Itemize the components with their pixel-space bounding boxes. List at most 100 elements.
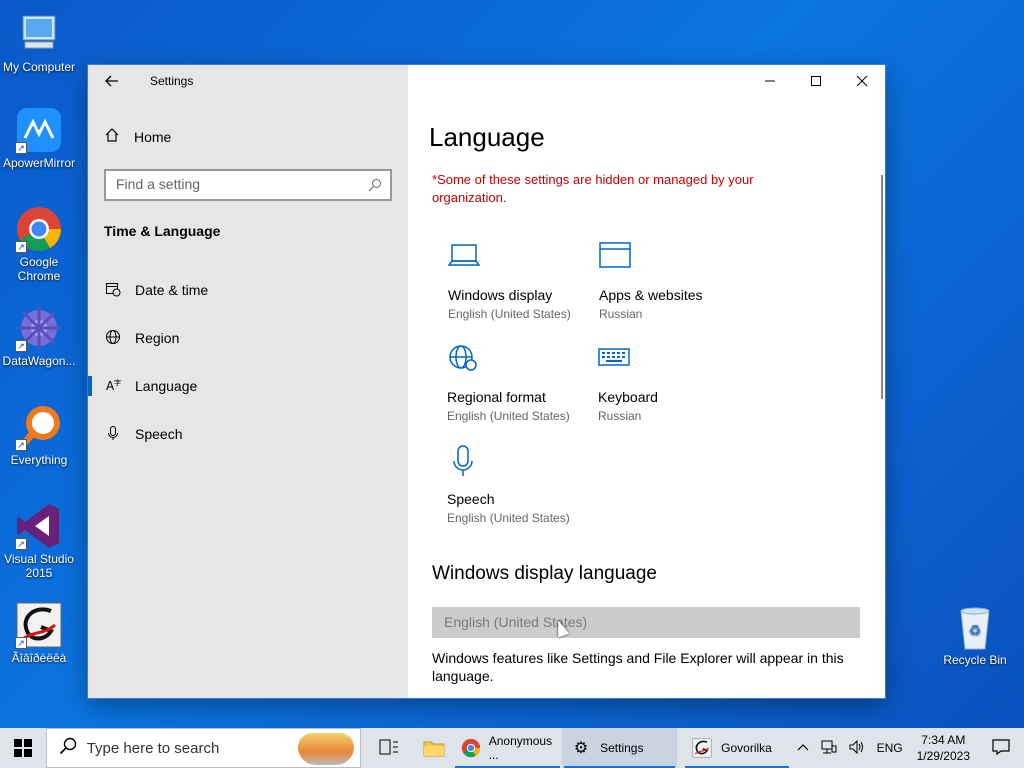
input-language-indicator[interactable]: ENG [871,741,909,755]
taskbar-app-chrome[interactable]: Anonymous ... [453,728,562,768]
tile-regional-format[interactable]: Regional format English (United States) [447,343,597,423]
file-explorer-button[interactable] [415,728,453,768]
start-button[interactable] [0,728,46,768]
tile-keyboard[interactable]: Keyboard Russian [598,343,748,423]
close-button[interactable] [839,65,885,97]
clock-date: 1/29/2023 [916,749,970,763]
desktop-icon-recycle-bin[interactable]: ♻ Recycle Bin [936,603,1014,667]
scrollbar[interactable] [881,175,883,399]
sidebar: Settings Home Find a setting Time & Lang… [88,65,408,698]
desktop-icon-my-computer[interactable]: My Computer [0,10,78,74]
tile-sub: English (United States) [448,307,571,321]
taskbar-app-label: Anonymous ... [488,734,553,762]
sidebar-item-region[interactable]: Region [88,318,408,358]
microphone-icon [447,445,597,483]
tile-sub: Russian [599,307,643,321]
search-placeholder: Find a setting [116,176,201,192]
display-language-select[interactable]: English (United States) [432,607,860,638]
globe-settings-icon [447,343,597,381]
shortcut-arrow-icon: ↗ [15,637,27,649]
section-title: Time & Language [104,223,221,239]
close-icon [856,75,868,87]
taskbar-app-settings[interactable]: ⚙ Settings [562,728,678,768]
display-language-description: Windows features like Settings and File … [432,650,844,684]
sidebar-item-language[interactable]: A字 Language [88,366,408,406]
folder-icon [423,741,445,757]
taskbar-app-govorilka[interactable]: Govorilka [683,728,790,768]
windows-logo-icon [13,739,32,757]
managed-notice: *Some of these settings are hidden or ma… [432,172,754,205]
window-controls [747,65,885,97]
network-icon[interactable] [815,740,843,757]
taskbar-search-input[interactable]: Type here to search [45,728,361,768]
minimize-button[interactable] [747,65,793,97]
desktop-icon-label: Recycle Bin [943,653,1007,667]
language-icon: A字 [105,377,121,396]
nav-home[interactable]: Home [104,127,171,147]
recycle-bin-icon: ♻ [951,603,999,651]
maximize-button[interactable] [793,65,839,97]
shortcut-arrow-icon: ↗ [15,241,27,253]
tile-label: Windows display [448,287,553,303]
maximize-icon [811,76,821,86]
clock-time: 7:34 AM [921,733,966,747]
tile-apps-websites[interactable]: Apps & websites Russian [599,241,749,321]
desktop-icon-label: Ãîâîðèëêà [11,651,67,665]
desktop-icon-google-chrome[interactable]: ↗ Google Chrome [0,205,78,283]
desktop-icon-datawagon[interactable]: ↗ DataWagon... [0,304,78,368]
govorilka-icon: ↗ [15,601,63,649]
taskbar: Type here to search Anonymous ... ⚙ Sett… [0,728,1024,768]
sidebar-item-speech[interactable]: Speech [88,414,408,454]
tile-sub: Russian [598,409,642,423]
desktop-icon-label: My Computer [2,60,76,74]
title-bar[interactable]: Settings [88,65,408,97]
content-pane: Language *Some of these settings are hid… [408,65,885,698]
volume-icon[interactable] [843,739,871,757]
tile-label: Keyboard [598,389,658,405]
nav-home-label: Home [134,129,172,145]
taskbar-search-placeholder: Type here to search [86,739,220,757]
desktop-icon-label: Visual Studio 2015 [4,552,74,580]
svg-text:♻: ♻ [969,623,982,639]
laptop-icon [447,241,598,279]
minimize-icon [765,80,775,82]
task-view-button[interactable] [371,728,407,768]
govorilka-icon [691,737,713,759]
microphone-icon [105,425,121,444]
tile-windows-display[interactable]: Windows display English (United States) [447,241,598,321]
shortcut-arrow-icon: ↗ [15,439,27,451]
keyboard-icon [598,343,748,381]
desktop-icon-everything[interactable]: ↗ Everything [0,403,78,467]
sidebar-item-date-time[interactable]: Date & time [88,270,408,310]
home-icon [104,127,120,147]
sidebar-item-label: Date & time [135,282,209,298]
magnifier-icon: ↗ [15,403,63,451]
calendar-clock-icon [105,281,121,300]
shortcut-arrow-icon: ↗ [15,142,27,154]
apowermirror-icon: ↗ [15,106,63,154]
browser-window-icon [599,241,749,279]
search-icon [59,737,77,760]
desktop-icon-govorilka[interactable]: ↗ Ãîâîðèëêà [0,601,78,665]
search-icon [368,178,382,195]
sidebar-item-label: Speech [135,426,183,442]
desktop-icon-label: Everything [10,453,68,467]
tile-sub: English (United States) [447,409,570,423]
visual-studio-icon: ↗ [15,502,63,550]
datawagon-icon: ↗ [15,304,63,352]
chrome-icon: ↗ [15,205,63,253]
globe-icon [105,329,121,348]
back-button[interactable] [102,71,122,91]
tile-speech[interactable]: Speech English (United States) [447,445,597,525]
clock[interactable]: 7:34 AM 1/29/2023 [909,732,978,764]
shortcut-arrow-icon: ↗ [15,538,27,550]
chevron-up-icon[interactable] [791,741,815,755]
desktop-icon-visual-studio[interactable]: ↗ Visual Studio 2015 [0,502,78,580]
desktop-icon-label: ApowerMirror [2,156,75,170]
settings-window: Settings Home Find a setting Time & Lang… [88,65,885,698]
desktop-icon-apowermirror[interactable]: ↗ ApowerMirror [0,106,78,170]
sidebar-item-label: Region [135,330,180,346]
tile-label: Regional format [447,389,546,405]
notifications-icon[interactable] [978,738,1024,758]
find-setting-input[interactable]: Find a setting [104,169,392,201]
